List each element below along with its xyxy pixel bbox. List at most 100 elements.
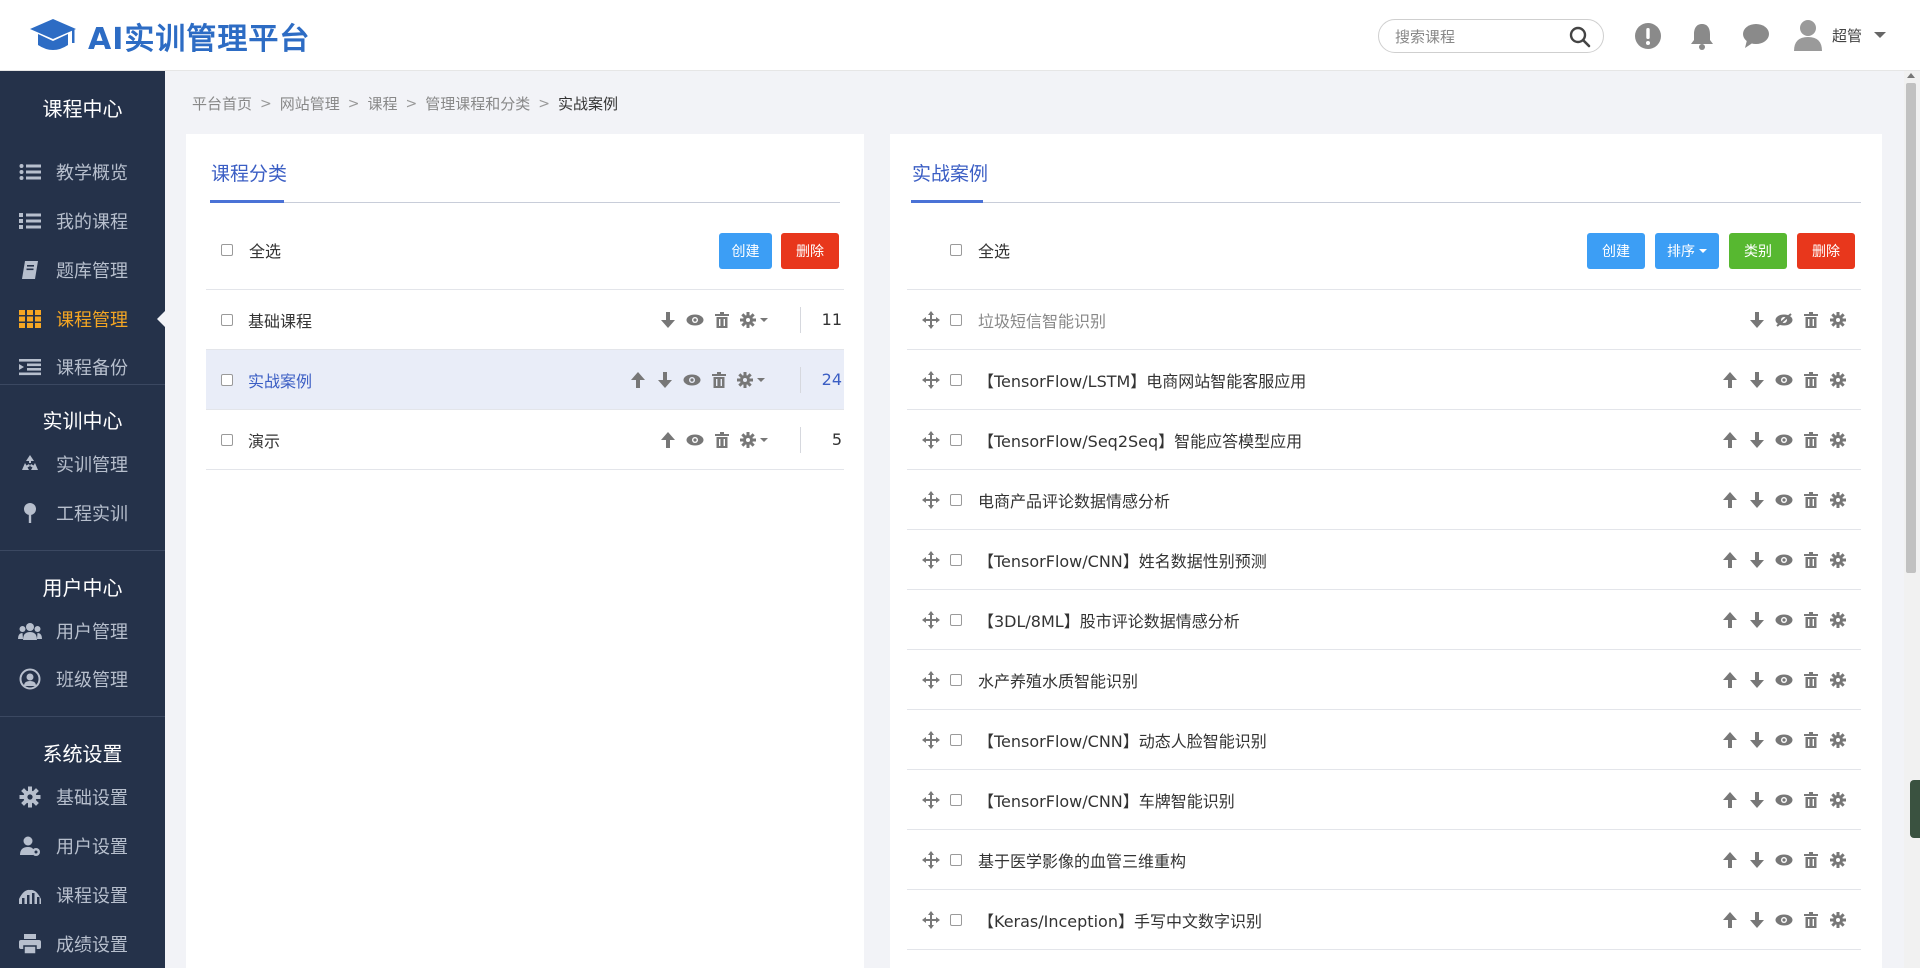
move-up-icon[interactable] [1721,791,1739,809]
drag-handle-icon[interactable] [922,610,940,629]
case-row[interactable]: 【TensorFlow/Seq2Seq】智能应答模型应用 [907,410,1861,470]
move-down-icon[interactable] [1748,671,1766,689]
case-row[interactable]: 【TensorFlow/LSTM】电商网站智能客服应用 [907,350,1861,410]
row-checkbox[interactable] [950,613,962,626]
eye-icon[interactable] [1775,551,1793,569]
case-row[interactable]: 【Keras/Inception】手写中文数字识别 [907,890,1861,950]
move-up-icon[interactable] [1721,731,1739,749]
eye-icon[interactable] [1775,491,1793,509]
trash-icon[interactable] [1802,731,1820,749]
row-checkbox[interactable] [221,373,233,386]
category-row[interactable]: 演示 5 [206,410,844,470]
sidebar-item-grade-settings[interactable]: 成绩设置 [0,924,165,964]
eye-icon[interactable] [1775,671,1793,689]
trash-icon[interactable] [1802,371,1820,389]
row-checkbox[interactable] [950,313,962,326]
sidebar-item-training-management[interactable]: 实训管理 [0,444,165,484]
eye-icon[interactable] [1775,431,1793,449]
trash-icon[interactable] [1802,551,1820,569]
eye-icon[interactable] [1775,731,1793,749]
row-checkbox[interactable] [221,433,233,446]
move-down-icon[interactable] [1748,371,1766,389]
move-down-icon[interactable] [1748,851,1766,869]
app-logo[interactable]: AI实训管理平台 [28,14,310,58]
trash-icon[interactable] [1802,671,1820,689]
case-row[interactable]: 【3DL/8ML】股市评论数据情感分析 [907,590,1861,650]
drag-handle-icon[interactable] [922,550,940,569]
move-down-icon[interactable] [1748,491,1766,509]
gear-icon[interactable] [1829,851,1847,869]
case-row[interactable]: 基于医学影像的血管三维重构 [907,830,1861,890]
sidebar-item-course-backup[interactable]: 课程备份 [0,347,165,387]
eye-icon[interactable] [686,431,704,449]
gear-icon[interactable] [1829,731,1847,749]
category-name[interactable]: 演示 [248,428,280,452]
gear-icon[interactable] [1829,611,1847,629]
eye-icon[interactable] [1775,611,1793,629]
case-row[interactable]: 【TensorFlow/CNN】姓名数据性别预测 [907,530,1861,590]
bell-icon[interactable] [1686,20,1718,52]
trash-icon[interactable] [1802,611,1820,629]
gear-icon[interactable] [1829,371,1847,389]
move-up-icon[interactable] [659,431,677,449]
case-row[interactable]: 【TensorFlow/CNN】车牌智能识别 [907,770,1861,830]
eye-icon[interactable] [1775,911,1793,929]
sidebar-item-class-management[interactable]: 班级管理 [0,659,165,699]
trash-icon[interactable] [1802,431,1820,449]
row-checkbox[interactable] [950,553,962,566]
delete-category-button[interactable]: 删除 [781,233,839,269]
eye-off-icon[interactable] [1775,311,1793,329]
move-up-icon[interactable] [1721,431,1739,449]
search-input[interactable] [1395,26,1565,48]
move-up-icon[interactable] [629,371,647,389]
case-name[interactable]: 【Keras/Inception】手写中文数字识别 [978,908,1262,932]
case-name[interactable]: 【TensorFlow/LSTM】电商网站智能客服应用 [978,368,1306,392]
scroll-thumb[interactable] [1906,83,1916,573]
gear-icon[interactable] [1829,911,1847,929]
trash-icon[interactable] [713,311,731,329]
move-down-icon[interactable] [1748,551,1766,569]
search-icon[interactable] [1569,26,1591,48]
row-checkbox[interactable] [950,373,962,386]
move-down-icon[interactable] [656,371,674,389]
sidebar-item-course-management[interactable]: 课程管理 [0,299,165,339]
sidebar-item-question-bank[interactable]: 题库管理 [0,250,165,290]
case-name[interactable]: 【TensorFlow/CNN】动态人脸智能识别 [978,728,1267,752]
settings-dropdown[interactable] [737,371,767,389]
case-row[interactable]: 电商产品评论数据情感分析 [907,470,1861,530]
case-name[interactable]: 基于医学影像的血管三维重构 [978,848,1186,872]
case-row[interactable]: 水产养殖水质智能识别 [907,650,1861,710]
case-row[interactable]: 【TensorFlow/CNN】动态人脸智能识别 [907,710,1861,770]
move-down-icon[interactable] [1748,791,1766,809]
gear-icon[interactable] [1829,671,1847,689]
sidebar-item-course-settings[interactable]: 课程设置 [0,875,165,915]
row-checkbox[interactable] [950,793,962,806]
select-all-checkbox[interactable] [221,244,233,256]
eye-icon[interactable] [1775,851,1793,869]
row-checkbox[interactable] [221,313,233,326]
drag-handle-icon[interactable] [922,910,940,929]
settings-dropdown[interactable] [740,311,770,329]
trash-icon[interactable] [1802,791,1820,809]
gear-icon[interactable] [1829,431,1847,449]
breadcrumb-home[interactable]: 平台首页 [192,93,252,114]
gear-icon[interactable] [1829,791,1847,809]
create-case-button[interactable]: 创建 [1587,233,1645,269]
category-name[interactable]: 基础课程 [248,308,312,332]
case-name[interactable]: 电商产品评论数据情感分析 [978,488,1170,512]
row-checkbox[interactable] [950,673,962,686]
eye-icon[interactable] [1775,791,1793,809]
sidebar-item-my-courses[interactable]: 我的课程 [0,201,165,241]
sidebar-item-user-settings[interactable]: 用户设置 [0,826,165,866]
drag-handle-icon[interactable] [922,670,940,689]
move-down-icon[interactable] [1748,311,1766,329]
select-all-checkbox[interactable] [950,244,962,256]
category-row[interactable]: 基础课程 11 [206,290,844,350]
breadcrumb-course[interactable]: 课程 [368,93,398,114]
move-up-icon[interactable] [1721,551,1739,569]
drag-handle-icon[interactable] [922,430,940,449]
sidebar-item-teaching-overview[interactable]: 教学概览 [0,152,165,192]
move-up-icon[interactable] [1721,671,1739,689]
row-checkbox[interactable] [950,853,962,866]
case-name[interactable]: 【TensorFlow/CNN】姓名数据性别预测 [978,548,1267,572]
